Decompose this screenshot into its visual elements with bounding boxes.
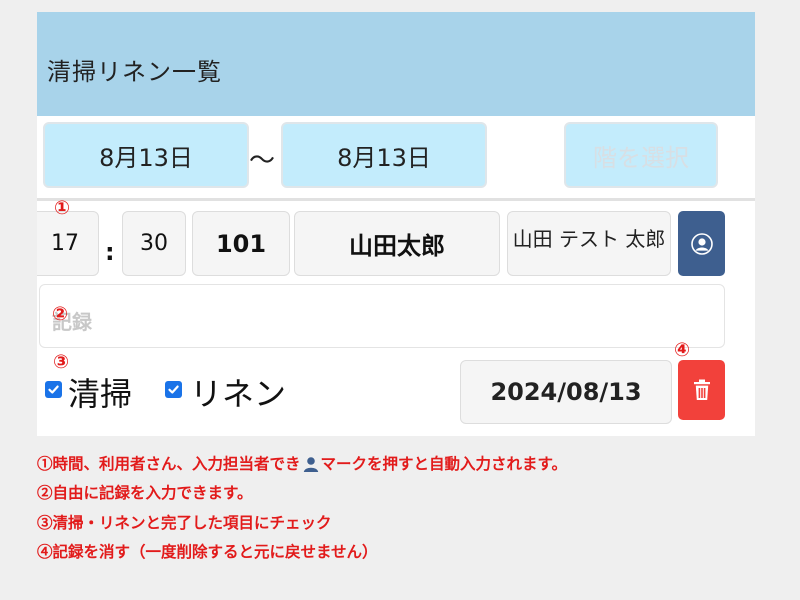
select-floor-button[interactable]: 階を選択 [564, 122, 718, 188]
annotation-marker-3: ③ [52, 351, 70, 373]
page-title: 清掃リネン一覧 [47, 58, 222, 86]
linen-panel: 清掃リネン一覧 8月13日 ～ 8月13日 階を選択 17 : 30 101 山… [37, 12, 755, 436]
user-autofill-button[interactable] [678, 211, 725, 276]
user-icon [303, 456, 318, 472]
time-separator: : [105, 238, 115, 266]
annotation-marker-2: ② [51, 303, 69, 325]
checkmark-icon [48, 385, 59, 394]
instruction-line-1: ①時間、利用者さん、入力担当者でき マークを押すと自動入力されます。 [37, 449, 787, 478]
panel-header: 清掃リネン一覧 [37, 12, 755, 116]
instructions: ①時間、利用者さん、入力担当者でき マークを押すと自動入力されます。 ②自由に記… [37, 449, 787, 566]
staff-name-text: 山田 テスト 太郎 [512, 227, 666, 251]
instruction-1-text: ①時間、利用者さん、入力担当者でき [37, 454, 301, 473]
user-name-select[interactable]: 山田太郎 [294, 211, 500, 276]
annotation-marker-4: ④ [673, 339, 691, 361]
linen-label: リネン [190, 375, 287, 413]
instruction-line-2: ②自由に記録を入力できます。 [37, 483, 253, 503]
date-range-separator: ～ [249, 146, 276, 176]
minute-select[interactable]: 30 [122, 211, 186, 276]
annotation-marker-1: ① [53, 197, 71, 219]
completion-date-field[interactable]: 2024/08/13 [460, 360, 672, 424]
checkmark-icon [168, 385, 179, 394]
instruction-1-text-end: マークを押すと自動入力されます。 [320, 454, 567, 473]
delete-button[interactable] [678, 360, 725, 420]
cleaning-label: 清掃 [68, 375, 133, 413]
hour-select[interactable]: 17 [37, 211, 99, 276]
notes-field[interactable]: 記録 [39, 284, 725, 348]
room-select[interactable]: 101 [192, 211, 290, 276]
staff-name-field[interactable]: 山田 テスト 太郎 [507, 211, 671, 276]
cleaning-checkbox[interactable] [45, 381, 62, 398]
status-row: 清掃 リネン 2024/08/13 [37, 360, 755, 436]
user-circle-icon [690, 232, 713, 255]
instruction-line-3: ③清掃・リネンと完了した項目にチェック [37, 512, 332, 532]
end-date-button[interactable]: 8月13日 [281, 122, 487, 188]
trash-icon [693, 379, 710, 400]
linen-checkbox[interactable] [165, 381, 182, 398]
instruction-line-4: ④記録を消す（一度削除すると元に戻せません） [37, 541, 378, 561]
start-date-button[interactable]: 8月13日 [43, 122, 249, 188]
divider [37, 198, 755, 201]
